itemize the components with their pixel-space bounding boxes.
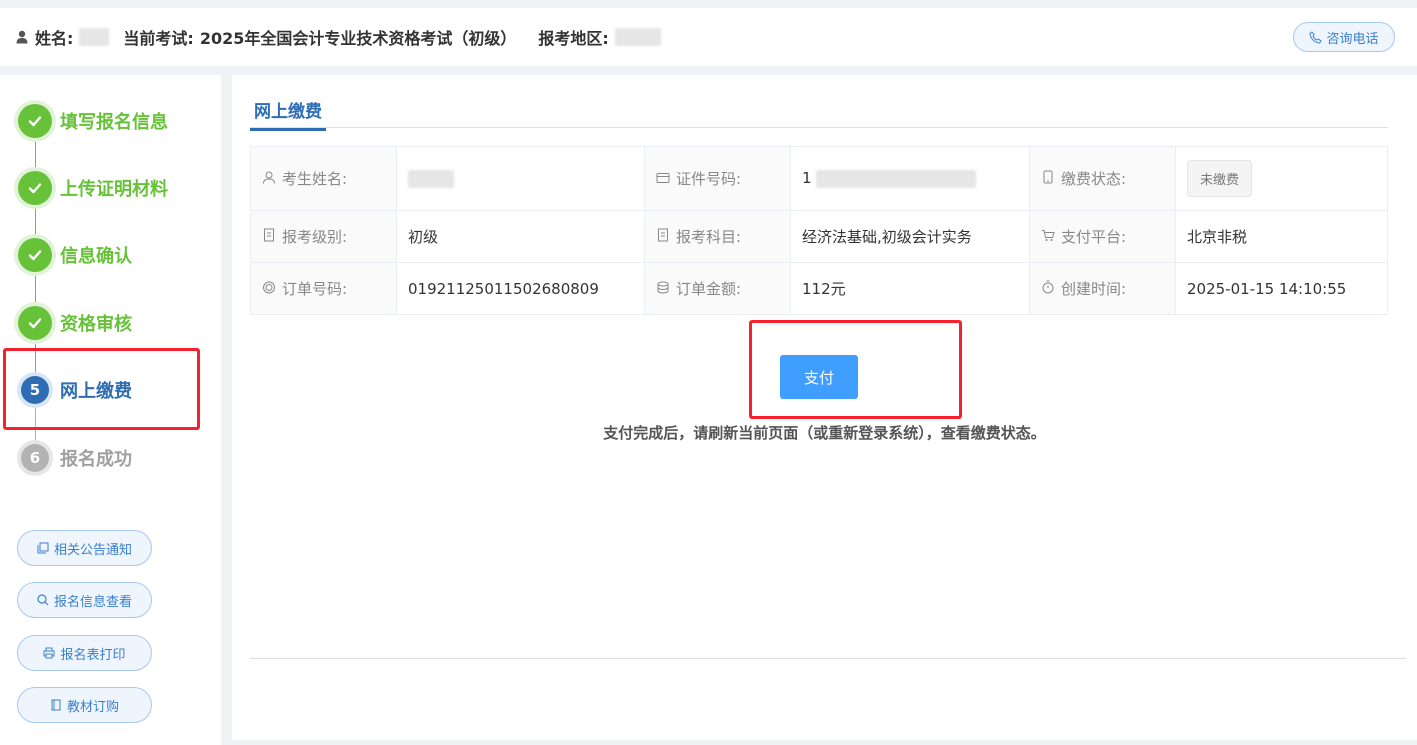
highlight-box-pay xyxy=(749,320,962,419)
tab-divider xyxy=(250,127,1388,128)
print-form-label: 报名表打印 xyxy=(60,647,126,663)
user-icon xyxy=(263,171,275,184)
table-row: 报考级别: 初级 报考科目: 经济法基础,初级会计实务 支付平台: 北京非税 xyxy=(250,210,1388,263)
table-key-cell: 创建时间: xyxy=(1029,262,1176,315)
notice-button-label: 相关公告通知 xyxy=(53,542,132,558)
step-label: 上传证明材料 xyxy=(60,179,168,200)
table-row: 订单号码: 01921125011502680809 订单金额: 112元 创建… xyxy=(250,262,1388,315)
region-label: 报考地区: xyxy=(538,29,609,48)
id-card-icon xyxy=(656,173,670,183)
check-icon xyxy=(18,171,52,205)
user-icon xyxy=(16,30,28,44)
table-key-cell: 报考级别: xyxy=(250,210,397,263)
check-icon xyxy=(18,238,52,272)
value-text: 1 xyxy=(802,169,812,188)
phone-icon xyxy=(1043,170,1053,184)
textbook-order-button[interactable]: 教材订购 xyxy=(17,687,152,723)
search-icon xyxy=(37,594,49,606)
table-value-cell: 01921125011502680809 xyxy=(396,262,645,315)
name-label: 姓名: xyxy=(35,29,74,48)
table-value-cell: 未缴费 xyxy=(1175,146,1388,211)
textbook-order-label: 教材订购 xyxy=(66,699,119,715)
value-text: 01921125011502680809 xyxy=(408,279,599,298)
table-key-cell: 缴费状态: xyxy=(1029,146,1176,211)
step-upload-materials[interactable]: 上传证明材料 xyxy=(18,171,168,205)
bottom-divider xyxy=(250,658,1406,659)
cart-icon xyxy=(1042,230,1055,241)
exam-value: 2025年全国会计专业技术资格考试（初级） xyxy=(199,29,517,48)
exam-field: 当前考试: 2025年全国会计专业技术资格考试（初级） xyxy=(123,25,538,49)
payment-info-table: 考生姓名: 证件号码: 1 缴费状态: 未缴费 报考级别: 初级 报考科目: 经… xyxy=(250,146,1388,315)
timer-icon xyxy=(1042,280,1054,294)
name-redacted xyxy=(79,28,110,46)
step-registration-success[interactable]: 6 报名成功 xyxy=(18,441,132,475)
step-label: 填写报名信息 xyxy=(60,112,168,133)
table-key-cell: 证件号码: xyxy=(644,146,791,211)
key-label: 报考级别: xyxy=(282,228,348,246)
step-label: 报名成功 xyxy=(60,449,132,470)
print-form-button[interactable]: 报名表打印 xyxy=(17,635,152,671)
check-icon xyxy=(18,306,52,340)
key-label: 订单号码: xyxy=(282,280,348,298)
tab-online-payment[interactable]: 网上缴费 xyxy=(250,97,326,131)
table-key-cell: 报考科目: xyxy=(644,210,791,263)
value-text: 112元 xyxy=(802,280,846,298)
payment-instruction-text: 支付完成后，请刷新当前页面（或重新登录系统），查看缴费状态。 xyxy=(603,424,1046,442)
value-text: 经济法基础,初级会计实务 xyxy=(802,228,972,246)
step-label: 资格审核 xyxy=(60,314,132,335)
table-value-cell: 经济法基础,初级会计实务 xyxy=(790,210,1030,263)
table-key-cell: 考生姓名: xyxy=(250,146,397,211)
region-field: 报考地区: xyxy=(538,25,661,49)
key-label: 报考科目: xyxy=(676,228,742,246)
view-registration-label: 报名信息查看 xyxy=(53,594,132,610)
table-value-cell: 2025-01-15 14:10:55 xyxy=(1175,262,1388,315)
coins-icon xyxy=(657,281,669,294)
value-text: 北京非税 xyxy=(1187,228,1248,246)
notice-icon xyxy=(37,542,49,554)
step-number: 6 xyxy=(21,444,49,472)
step-label: 信息确认 xyxy=(60,246,132,267)
key-label: 缴费状态: xyxy=(1061,170,1127,188)
payment-status-badge: 未缴费 xyxy=(1187,160,1253,197)
exam-label: 当前考试: xyxy=(123,29,194,48)
target-icon xyxy=(263,281,275,294)
notice-button[interactable]: 相关公告通知 xyxy=(17,530,152,566)
main-panel: 网上缴费 考生姓名: 证件号码: 1 缴费状态: 未缴费 报考级别: 初级 报考… xyxy=(232,75,1417,740)
id-redacted xyxy=(815,169,976,188)
region-redacted xyxy=(614,28,661,46)
step-qualification-review[interactable]: 资格审核 xyxy=(18,306,132,340)
consult-phone-label: 咨询电话 xyxy=(1326,31,1379,47)
document-icon xyxy=(264,228,274,242)
table-value-cell: 北京非税 xyxy=(1175,210,1388,263)
key-label: 考生姓名: xyxy=(282,170,348,188)
view-registration-button[interactable]: 报名信息查看 xyxy=(17,582,152,618)
table-value-cell xyxy=(396,146,645,211)
consult-phone-button[interactable]: 咨询电话 xyxy=(1293,22,1395,52)
name-redacted xyxy=(408,169,454,188)
table-key-cell: 支付平台: xyxy=(1029,210,1176,263)
check-icon xyxy=(18,104,52,138)
name-field: 姓名: xyxy=(16,25,123,49)
printer-icon xyxy=(43,647,55,659)
top-header: 姓名: 当前考试: 2025年全国会计专业技术资格考试（初级） 报考地区: 咨询… xyxy=(0,8,1417,66)
table-key-cell: 订单号码: xyxy=(250,262,397,315)
key-label: 订单金额: xyxy=(676,280,742,298)
table-key-cell: 订单金额: xyxy=(644,262,791,315)
table-value-cell: 1 xyxy=(790,146,1030,211)
value-text: 初级 xyxy=(408,228,439,246)
book-icon xyxy=(51,699,61,711)
phone-call-icon xyxy=(1309,30,1323,44)
key-label: 支付平台: xyxy=(1061,228,1127,246)
table-row: 考生姓名: 证件号码: 1 缴费状态: 未缴费 xyxy=(250,146,1388,211)
key-label: 证件号码: xyxy=(676,170,742,188)
table-value-cell: 初级 xyxy=(396,210,645,263)
value-text: 2025-01-15 14:10:55 xyxy=(1187,279,1347,298)
document-icon xyxy=(658,228,668,242)
highlight-box-step xyxy=(3,348,200,430)
table-value-cell: 112元 xyxy=(790,262,1030,315)
step-fill-info[interactable]: 填写报名信息 xyxy=(18,104,168,138)
step-confirm-info[interactable]: 信息确认 xyxy=(18,238,132,272)
key-label: 创建时间: xyxy=(1061,280,1127,298)
